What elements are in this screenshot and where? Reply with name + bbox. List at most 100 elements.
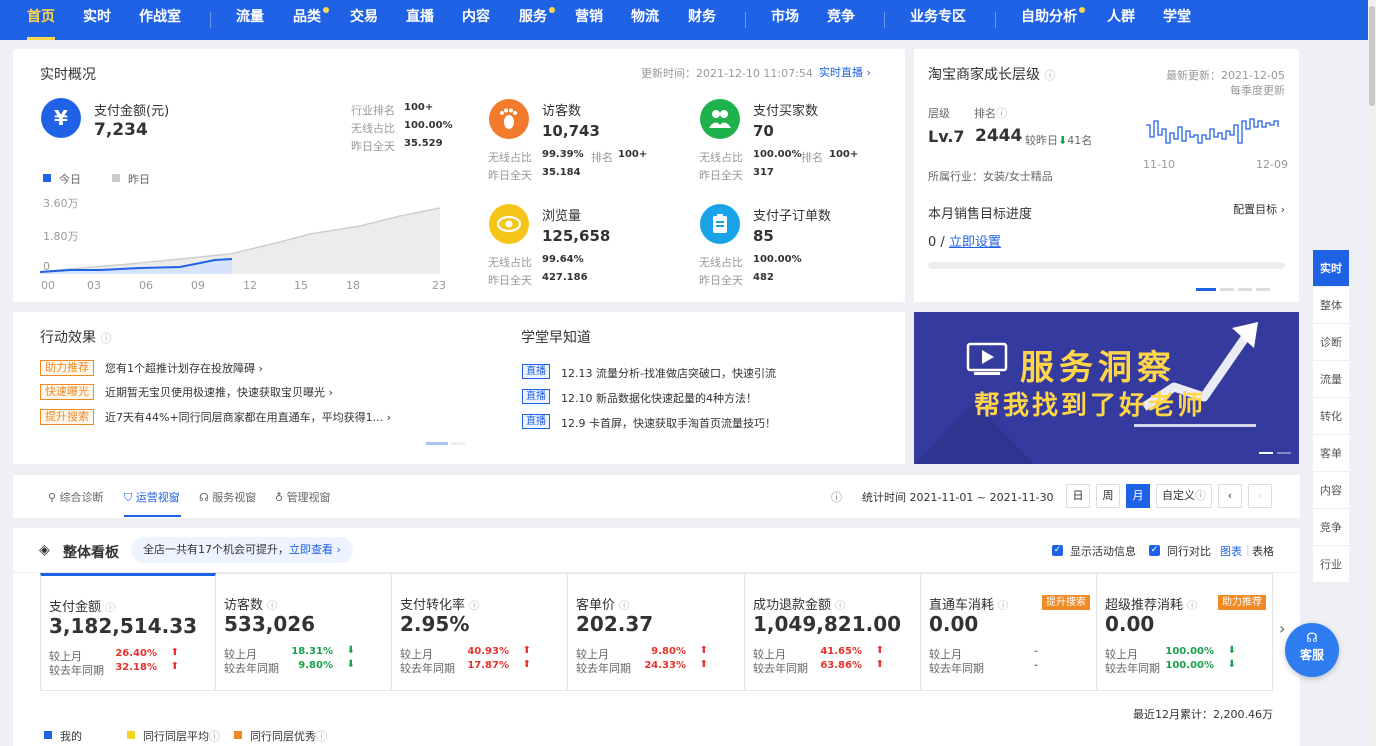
metric-card[interactable]: 超级推荐消耗 ⓘ 助力推荐 0.00 较上月 100.00% ⬇ 较去年同期 100.00% ⬇ xyxy=(1097,573,1273,691)
config-target-link[interactable]: 配置目标 › xyxy=(1233,201,1285,217)
prev-period-button[interactable]: ‹ xyxy=(1218,484,1242,508)
nav-traffic[interactable]: 流量 xyxy=(236,0,264,40)
action-item[interactable]: 近7天有44%+同行同层商家都在用直通车，平均获得1... › xyxy=(105,409,391,425)
tab-service-view[interactable]: ☊ 服务视窗 xyxy=(199,489,256,505)
carousel-dot-active[interactable] xyxy=(1196,288,1216,291)
next-period-button[interactable]: › xyxy=(1248,484,1272,508)
nav-competition[interactable]: 竞争 xyxy=(827,0,855,40)
side-nav-item[interactable]: 整体 xyxy=(1313,287,1349,324)
view-chart-toggle[interactable]: 图表 xyxy=(1220,543,1242,559)
nav-service-label: 服务 xyxy=(519,9,547,25)
carousel-dot[interactable] xyxy=(1220,288,1234,291)
carousel-dot[interactable] xyxy=(451,442,465,445)
industry-rank-value: 100+ xyxy=(404,102,434,113)
action-item[interactable]: 您有1个超推计划存在投放障碍 › xyxy=(105,360,263,376)
metric-badge[interactable]: 助力推荐 xyxy=(1218,595,1266,610)
action-title: 行动效果 ⓘ xyxy=(40,327,111,347)
metric-card[interactable]: 支付金额 ⓘ 3,182,514.33 较上月 26.40% ⬆ 较去年同期 32.18% ⬆ xyxy=(40,573,216,691)
buyers-yesterday-label: 昨日全天 xyxy=(699,169,743,182)
nav-market[interactable]: 市场 xyxy=(771,0,799,40)
live-tag: 直播 xyxy=(522,389,550,404)
nav-marketing[interactable]: 营销 xyxy=(575,0,603,40)
carousel-dot-active[interactable] xyxy=(426,442,448,445)
side-nav-item[interactable]: 实时 xyxy=(1313,250,1349,287)
period-day-button[interactable]: 日 xyxy=(1066,484,1090,508)
period-week-button[interactable]: 周 xyxy=(1096,484,1120,508)
period-custom-button[interactable]: 自定义ⓘ xyxy=(1156,484,1212,508)
nav-school[interactable]: 学堂 xyxy=(1163,0,1191,40)
side-nav-item[interactable]: 诊断 xyxy=(1313,324,1349,361)
page-scrollbar[interactable] xyxy=(1368,0,1376,746)
chevron-right-icon: › xyxy=(866,66,871,79)
orders-yesterday-value: 482 xyxy=(753,272,774,283)
rank-change: 较昨日⬇41名 xyxy=(1025,132,1092,148)
period-custom-label: 自定义 xyxy=(1162,489,1195,502)
metric-card[interactable]: 成功退款金额 ⓘ 1,049,821.00 较上月 41.65% ⬆ 较去年同期 63.86… xyxy=(745,573,921,691)
side-nav-item[interactable]: 行业 xyxy=(1313,546,1349,583)
info-icon[interactable]: ⓘ xyxy=(831,489,842,505)
tab-overall-diagnosis[interactable]: ⚲ 综合诊断 xyxy=(48,489,104,505)
pv-value: 125,658 xyxy=(542,227,611,245)
side-nav-item[interactable]: 转化 xyxy=(1313,398,1349,435)
action-item[interactable]: 近期暂无宝贝使用极速推，快速获取宝贝曝光 › xyxy=(105,384,333,400)
nav-crowd[interactable]: 人群 xyxy=(1107,0,1135,40)
help-icon[interactable]: ⓘ xyxy=(996,107,1007,120)
metric-yoy-label: 较去年同期 xyxy=(753,662,808,675)
customer-service-button[interactable]: ☊ 客服 xyxy=(1285,623,1339,677)
metric-label-text: 客单价 xyxy=(576,598,616,613)
help-icon[interactable]: ⓘ xyxy=(1044,69,1055,82)
view-table-toggle[interactable]: 表格 xyxy=(1252,543,1274,559)
school-item[interactable]: 12.10 新品数据化快速起量的4种方法！ xyxy=(561,390,757,406)
metric-card[interactable]: 访客数 ⓘ 533,026 较上月 18.31% ⬇ 较去年同期 9.80% ⬇ xyxy=(216,573,392,691)
tab-operations-view[interactable]: ⛉ 运营视窗 xyxy=(124,489,180,505)
nav-realtime[interactable]: 实时 xyxy=(83,0,111,40)
tab-management-view[interactable]: ♁ 管理视窗 xyxy=(275,489,331,505)
side-nav-item[interactable]: 内容 xyxy=(1313,472,1349,509)
banner-headline: 服务洞察 xyxy=(1020,348,1176,388)
help-icon[interactable]: ⓘ xyxy=(100,332,111,345)
legend-yesterday: 昨日 xyxy=(128,173,150,186)
metric-card[interactable]: 客单价 ⓘ 202.37 较上月 9.80% ⬆ 较去年同期 24.33% ⬆ xyxy=(568,573,745,691)
nav-logistics[interactable]: 物流 xyxy=(631,0,659,40)
nav-finance[interactable]: 财务 xyxy=(688,0,716,40)
nav-service[interactable]: 服务 xyxy=(519,0,555,40)
carousel-dot[interactable] xyxy=(1238,288,1252,291)
nav-content[interactable]: 内容 xyxy=(462,0,490,40)
side-nav-item[interactable]: 流量 xyxy=(1313,361,1349,398)
wireless-ratio-value: 100.00% xyxy=(404,120,453,131)
peer-compare-checkbox[interactable]: ✓ xyxy=(1149,545,1160,556)
nav-business-zone[interactable]: 业务专区 xyxy=(910,0,966,40)
promo-banner[interactable]: 服务洞察 帮我找到了好老师 xyxy=(914,312,1299,464)
yesterday-label: 昨日全天 xyxy=(351,140,395,153)
view-now-link[interactable]: 立即查看 xyxy=(289,543,333,556)
metric-card[interactable]: 直通车消耗 ⓘ 提升搜索 0.00 较上月 - 较去年同期 - xyxy=(921,573,1097,691)
live-link[interactable]: 实时直播 › xyxy=(819,64,871,80)
metric-label: 支付转化率 ⓘ xyxy=(400,594,479,613)
diagnosis-icon: ⚲ xyxy=(48,491,57,504)
school-item[interactable]: 12.9 卡首屏，快速获取手淘首页流量技巧！ xyxy=(561,415,776,431)
show-activity-checkbox[interactable]: ✓ xyxy=(1052,545,1063,556)
metric-badge[interactable]: 提升搜索 xyxy=(1042,595,1090,610)
metric-yoy-value: 9.80% xyxy=(298,660,333,671)
side-nav-item[interactable]: 客单 xyxy=(1313,435,1349,472)
legend-mine-swatch xyxy=(44,731,52,739)
scrollbar-thumb[interactable] xyxy=(1369,6,1375,106)
help-icon: ⓘ xyxy=(1195,489,1206,502)
nav-war-room[interactable]: 作战室 xyxy=(139,0,181,40)
metric-card[interactable]: 支付转化率 ⓘ 2.95% 较上月 40.93% ⬆ 较去年同期 17.87% ⬆ xyxy=(392,573,568,691)
nav-self-analysis[interactable]: 自助分析 xyxy=(1021,0,1085,40)
help-icon: ⓘ xyxy=(316,730,327,743)
nav-category[interactable]: 品类 xyxy=(293,0,329,40)
side-nav-item[interactable]: 竞争 xyxy=(1313,509,1349,546)
nav-trade[interactable]: 交易 xyxy=(350,0,378,40)
nav-live[interactable]: 直播 xyxy=(406,0,434,40)
set-target-link[interactable]: 立即设置 xyxy=(949,235,1001,250)
nav-home[interactable]: 首页 xyxy=(27,0,55,40)
school-item[interactable]: 12.13 流量分析-找准做店突破口，快速引流 xyxy=(561,365,776,381)
metric-mom-value: 40.93% xyxy=(467,646,509,657)
school-card: 学堂早知道 直播 12.13 流量分析-找准做店突破口，快速引流 直播 12.1… xyxy=(496,312,905,464)
carousel-dot[interactable] xyxy=(1256,288,1270,291)
period-month-button[interactable]: 月 xyxy=(1126,484,1150,508)
help-icon: ⓘ xyxy=(209,730,220,743)
x-tick: 03 xyxy=(87,279,101,292)
